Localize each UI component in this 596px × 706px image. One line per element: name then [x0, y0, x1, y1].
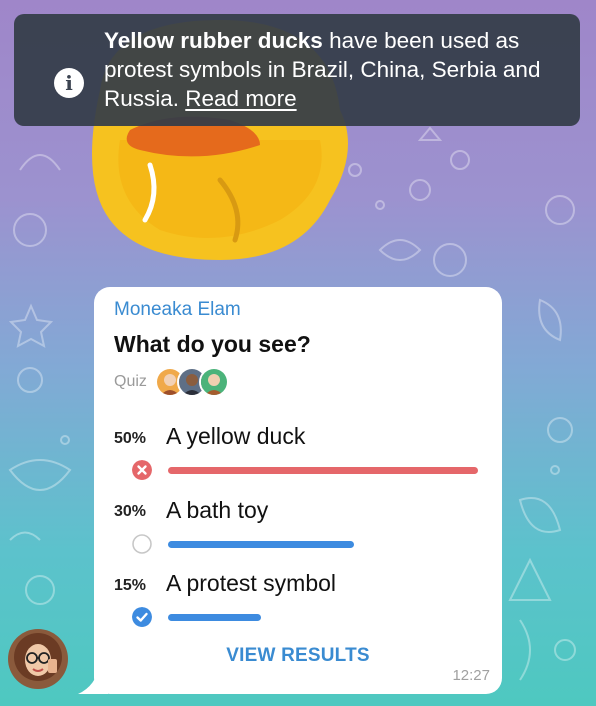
sender-name[interactable]: Moneaka Elam [114, 299, 241, 321]
option-percent: 30% [114, 503, 147, 520]
info-icon: i [54, 68, 84, 98]
message-time: 12:27 [452, 667, 490, 684]
toast-bold-text: Yellow rubber ducks [104, 28, 323, 53]
option-text: A yellow duck [166, 423, 306, 449]
option-result-bar [168, 614, 261, 621]
view-results-button[interactable]: VIEW RESULTS [94, 645, 502, 667]
sender-avatar[interactable] [8, 629, 68, 689]
quiz-message-bubble: Moneaka Elam What do you see? Quiz 50% A… [94, 287, 502, 694]
unselected-circle-icon [132, 534, 152, 554]
option-text: A protest symbol [166, 570, 337, 596]
wrong-answer-icon [132, 460, 152, 480]
voter-avatar[interactable] [198, 367, 229, 397]
correct-answer-icon [132, 607, 152, 627]
option-result-bar [168, 467, 478, 474]
poll-question: What do you see? [114, 331, 311, 357]
option-result-bar [168, 541, 354, 548]
read-more-link[interactable]: Read more [185, 86, 296, 111]
option-text: A bath toy [166, 497, 269, 523]
info-toast[interactable]: i Yellow rubber ducks have been used as … [14, 14, 580, 126]
option-percent: 15% [114, 577, 147, 594]
quiz-type-label: Quiz [114, 373, 147, 390]
option-percent: 50% [114, 430, 147, 447]
quiz-type-row: Quiz [114, 367, 229, 397]
